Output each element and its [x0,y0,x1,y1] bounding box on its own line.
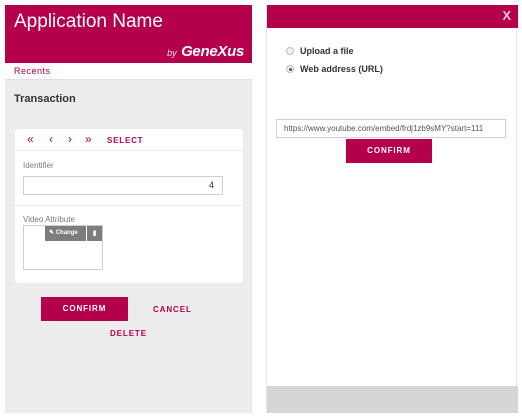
delete-button[interactable]: DELETE [110,329,147,338]
select-link[interactable]: SELECT [107,136,143,145]
divider [15,205,243,206]
web-address-option[interactable]: Web address (URL) [286,63,383,75]
web-address-label: Web address (URL) [300,64,383,74]
dialog-header: X [267,5,518,28]
brand-by-text: by [167,48,177,58]
brand-name: GeneXus [181,43,244,60]
identifier-field[interactable]: 4 [23,176,223,195]
confirm-button[interactable]: CONFIRM [41,297,128,321]
trash-icon: ▮ [92,230,97,237]
application-panel: Application Name by GeneXus Recents Tran… [5,5,252,413]
cancel-button[interactable]: CANCEL [153,305,192,314]
app-title: Application Name [14,11,163,32]
identifier-label: Identifier [23,161,54,170]
last-record-icon[interactable]: » [85,133,92,145]
upload-file-label: Upload a file [300,46,354,56]
record-navigation: « ‹ › » SELECT [15,129,243,151]
url-input[interactable]: https://www.youtube.com/embed/frdj1zb9sM… [276,119,506,138]
app-header: Application Name by GeneXus [5,5,252,63]
video-attribute-box: ✎ Change ▮ [23,225,103,270]
transaction-card: « ‹ › » SELECT Identifier 4 Video Attrib… [15,129,243,283]
page-title: Transaction [14,93,76,105]
web-address-radio[interactable] [286,65,294,73]
genexus-logo: by GeneXus [167,43,244,61]
video-attribute-label: Video Attribute [23,215,75,224]
dialog-footer [267,386,518,413]
pencil-icon: ✎ [49,230,55,236]
video-source-dialog: X Upload a file Web address (URL) https:… [266,5,518,413]
change-button-label: Change [55,230,78,236]
upload-file-option[interactable]: Upload a file [286,45,354,57]
delete-video-button[interactable]: ▮ [87,226,102,241]
recents-bar: Recents [5,63,252,80]
close-dialog-button[interactable]: X [502,8,511,23]
recents-link[interactable]: Recents [14,66,51,76]
dialog-confirm-button[interactable]: CONFIRM [346,139,432,163]
next-record-icon[interactable]: › [68,133,72,145]
previous-record-icon[interactable]: ‹ [49,133,53,145]
first-record-icon[interactable]: « [27,133,34,145]
change-video-button[interactable]: ✎ Change [45,226,86,241]
upload-file-radio[interactable] [286,47,294,55]
